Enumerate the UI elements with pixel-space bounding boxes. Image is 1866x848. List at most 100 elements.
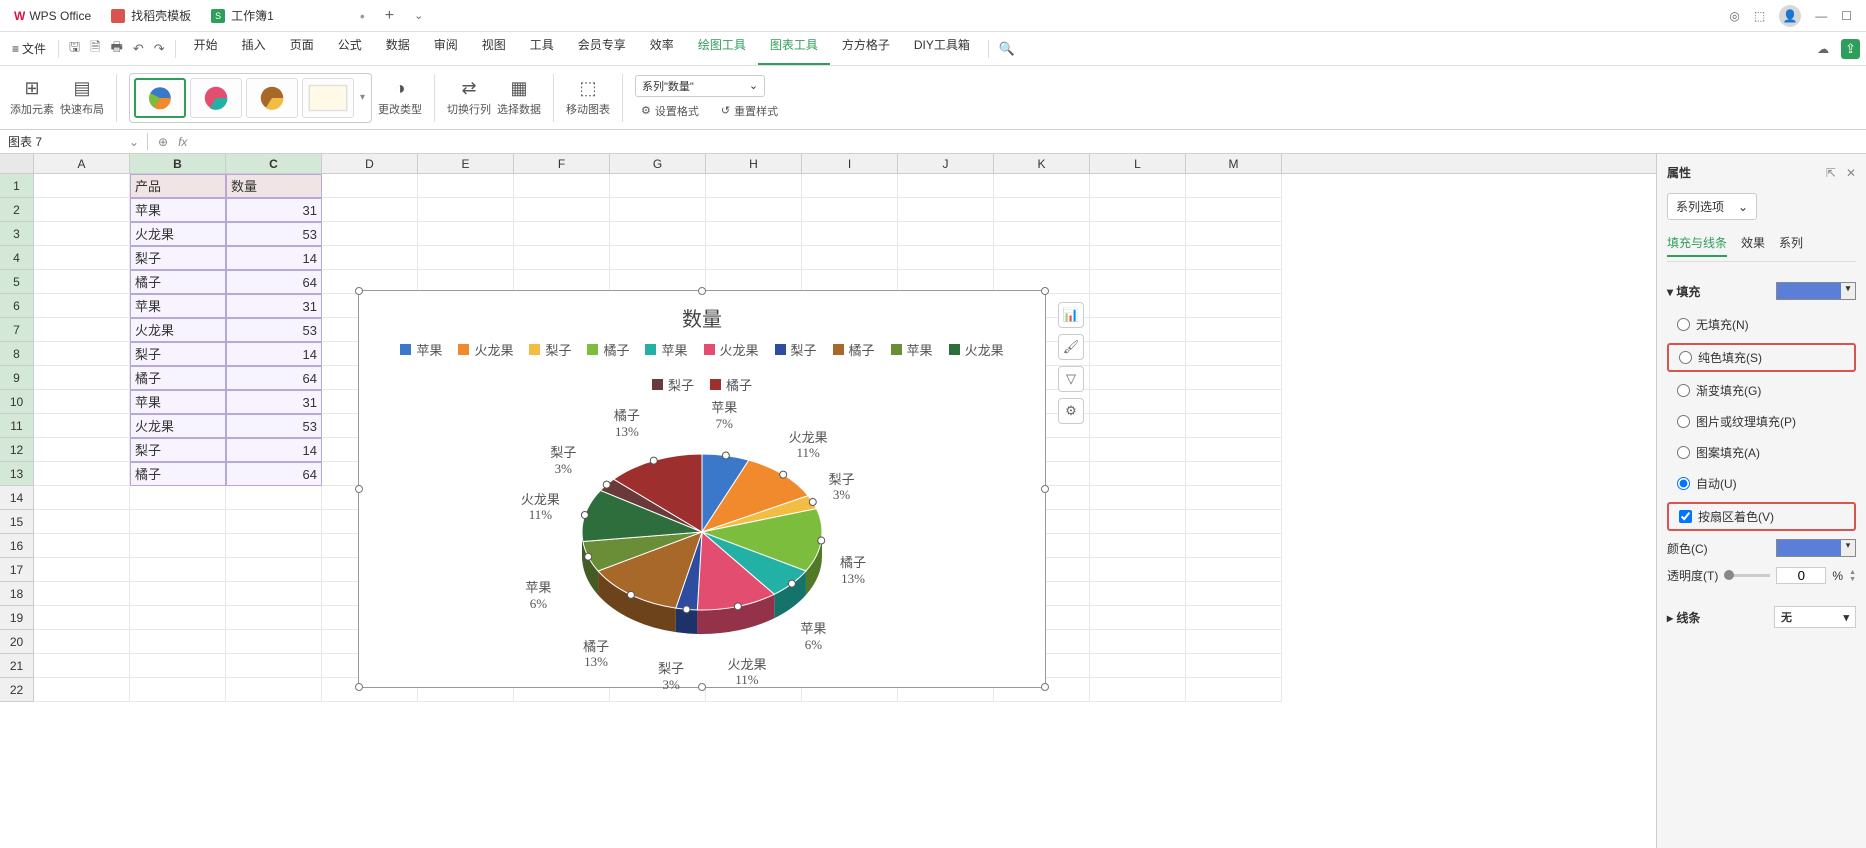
print-preview-icon[interactable]: 🗎 — [86, 38, 104, 60]
column-header[interactable]: J — [898, 154, 994, 173]
legend-item[interactable]: 橘子 — [833, 340, 875, 359]
pie-data-label[interactable]: 苹果7% — [711, 400, 737, 431]
cell[interactable] — [1090, 606, 1186, 630]
cell[interactable] — [1186, 222, 1282, 246]
redo-icon[interactable]: ↷ — [150, 41, 169, 57]
column-header[interactable]: L — [1090, 154, 1186, 173]
cell[interactable] — [706, 222, 802, 246]
cell[interactable] — [226, 558, 322, 582]
resize-handle[interactable] — [698, 287, 706, 295]
cell[interactable] — [34, 366, 130, 390]
pie-data-label[interactable]: 梨子3% — [658, 661, 684, 692]
cell[interactable] — [130, 606, 226, 630]
cell[interactable] — [34, 606, 130, 630]
cell[interactable] — [34, 534, 130, 558]
cube-icon[interactable]: ⬚ — [1754, 9, 1765, 23]
series-options-dropdown[interactable]: 系列选项⌄ — [1667, 193, 1757, 220]
cell[interactable] — [34, 198, 130, 222]
row-header[interactable]: 15 — [0, 510, 34, 534]
cell[interactable]: 53 — [226, 318, 322, 342]
resize-handle[interactable] — [1041, 683, 1049, 691]
cell[interactable] — [898, 198, 994, 222]
cell[interactable] — [1090, 390, 1186, 414]
row-header[interactable]: 17 — [0, 558, 34, 582]
resize-handle[interactable] — [698, 683, 706, 691]
cell[interactable] — [1186, 582, 1282, 606]
series-dropdown[interactable]: 系列"数量"⌄ — [635, 75, 765, 97]
menu-item[interactable]: 数据 — [374, 32, 422, 65]
cell[interactable] — [514, 198, 610, 222]
chart-style-gallery[interactable]: ▾ — [129, 73, 372, 123]
column-header[interactable]: H — [706, 154, 802, 173]
chart-style-3[interactable] — [246, 78, 298, 118]
column-header[interactable]: A — [34, 154, 130, 173]
cell[interactable] — [610, 246, 706, 270]
cell[interactable] — [1090, 582, 1186, 606]
cell[interactable] — [610, 174, 706, 198]
cell[interactable] — [898, 222, 994, 246]
cell[interactable] — [34, 414, 130, 438]
chart-filters-button[interactable]: ▽ — [1058, 366, 1084, 392]
cell[interactable] — [34, 510, 130, 534]
cell[interactable] — [34, 438, 130, 462]
cell[interactable]: 31 — [226, 294, 322, 318]
reset-style-button[interactable]: ↺重置样式 — [715, 101, 784, 121]
chevron-down-icon[interactable]: ▾ — [1841, 283, 1855, 299]
select-data-button[interactable]: ▦ 选择数据 — [497, 78, 541, 117]
cell[interactable] — [706, 198, 802, 222]
cell[interactable] — [802, 174, 898, 198]
cell[interactable] — [1090, 246, 1186, 270]
no-fill-radio[interactable]: 无填充(N) — [1667, 312, 1856, 337]
cell[interactable] — [418, 174, 514, 198]
gradient-fill-radio[interactable]: 渐变填充(G) — [1667, 378, 1856, 403]
cell[interactable] — [514, 222, 610, 246]
cell[interactable] — [898, 246, 994, 270]
tab-effects[interactable]: 效果 — [1741, 234, 1765, 257]
cell[interactable] — [226, 510, 322, 534]
row-header[interactable]: 16 — [0, 534, 34, 558]
cell[interactable]: 火龙果 — [130, 318, 226, 342]
cell[interactable]: 火龙果 — [130, 414, 226, 438]
column-header[interactable]: G — [610, 154, 706, 173]
cloud-icon[interactable]: ☁ — [1807, 42, 1839, 56]
cell[interactable]: 64 — [226, 366, 322, 390]
pie-data-label[interactable]: 苹果6% — [800, 621, 826, 652]
cell[interactable] — [34, 630, 130, 654]
cell[interactable]: 梨子 — [130, 342, 226, 366]
collapse-icon[interactable]: ▾ — [1667, 285, 1673, 299]
share-icon[interactable]: ⇪ — [1841, 39, 1860, 59]
cell[interactable] — [1090, 486, 1186, 510]
cell[interactable] — [322, 222, 418, 246]
cell[interactable] — [34, 318, 130, 342]
fx-icon[interactable]: fx — [178, 135, 187, 149]
cell[interactable]: 苹果 — [130, 198, 226, 222]
pattern-fill-radio[interactable]: 图案填充(A) — [1667, 440, 1856, 465]
cell[interactable] — [1186, 678, 1282, 702]
hamburger-button[interactable]: ≡文件 — [6, 36, 52, 61]
cell[interactable] — [1186, 534, 1282, 558]
cell[interactable] — [418, 198, 514, 222]
quick-layout-button[interactable]: ▤ 快速布局 — [60, 78, 104, 117]
cell[interactable] — [34, 558, 130, 582]
cell[interactable] — [34, 270, 130, 294]
cell[interactable] — [514, 174, 610, 198]
cell[interactable] — [226, 654, 322, 678]
cell[interactable] — [34, 174, 130, 198]
add-element-button[interactable]: ⊞ 添加元素 — [10, 78, 54, 117]
cell[interactable]: 31 — [226, 390, 322, 414]
pie-data-label[interactable]: 橘子13% — [840, 555, 866, 586]
cell[interactable] — [1186, 510, 1282, 534]
cell[interactable]: 14 — [226, 342, 322, 366]
cell[interactable]: 31 — [226, 198, 322, 222]
tab-fill-line[interactable]: 填充与线条 — [1667, 234, 1727, 257]
legend-item[interactable]: 橘子 — [587, 340, 629, 359]
menu-item[interactable]: 审阅 — [422, 32, 470, 65]
cell[interactable] — [1186, 462, 1282, 486]
cell[interactable] — [130, 534, 226, 558]
cell[interactable] — [130, 678, 226, 702]
cell[interactable] — [994, 198, 1090, 222]
pie-data-label[interactable]: 梨子3% — [829, 472, 855, 503]
cell[interactable] — [1186, 174, 1282, 198]
cell[interactable] — [226, 630, 322, 654]
cell[interactable] — [1186, 318, 1282, 342]
